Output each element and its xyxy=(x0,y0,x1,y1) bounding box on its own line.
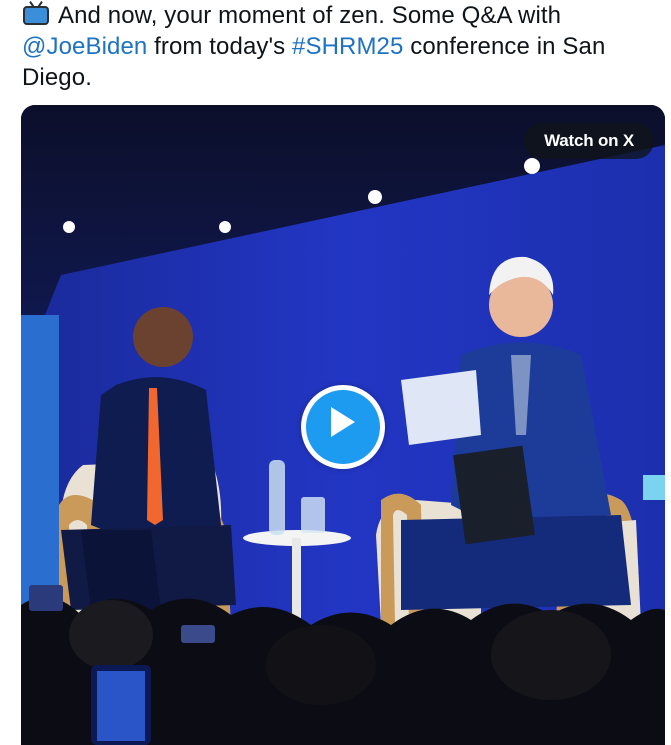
watch-on-x-button[interactable]: Watch on X xyxy=(524,123,654,159)
television-icon xyxy=(22,1,50,26)
tweet-text-part2: from today's xyxy=(147,33,293,60)
play-icon xyxy=(331,407,355,437)
hashtag-link[interactable]: #SHRM25 xyxy=(292,33,403,60)
tweet-text-part1: And now, your moment of zen. Some Q&A wi… xyxy=(58,2,562,29)
play-button[interactable] xyxy=(301,385,385,469)
tweet-text: And now, your moment of zen. Some Q&A wi… xyxy=(22,0,662,93)
mention-link[interactable]: @JoeBiden xyxy=(22,33,147,60)
video-player[interactable]: Watch on X xyxy=(21,105,665,745)
